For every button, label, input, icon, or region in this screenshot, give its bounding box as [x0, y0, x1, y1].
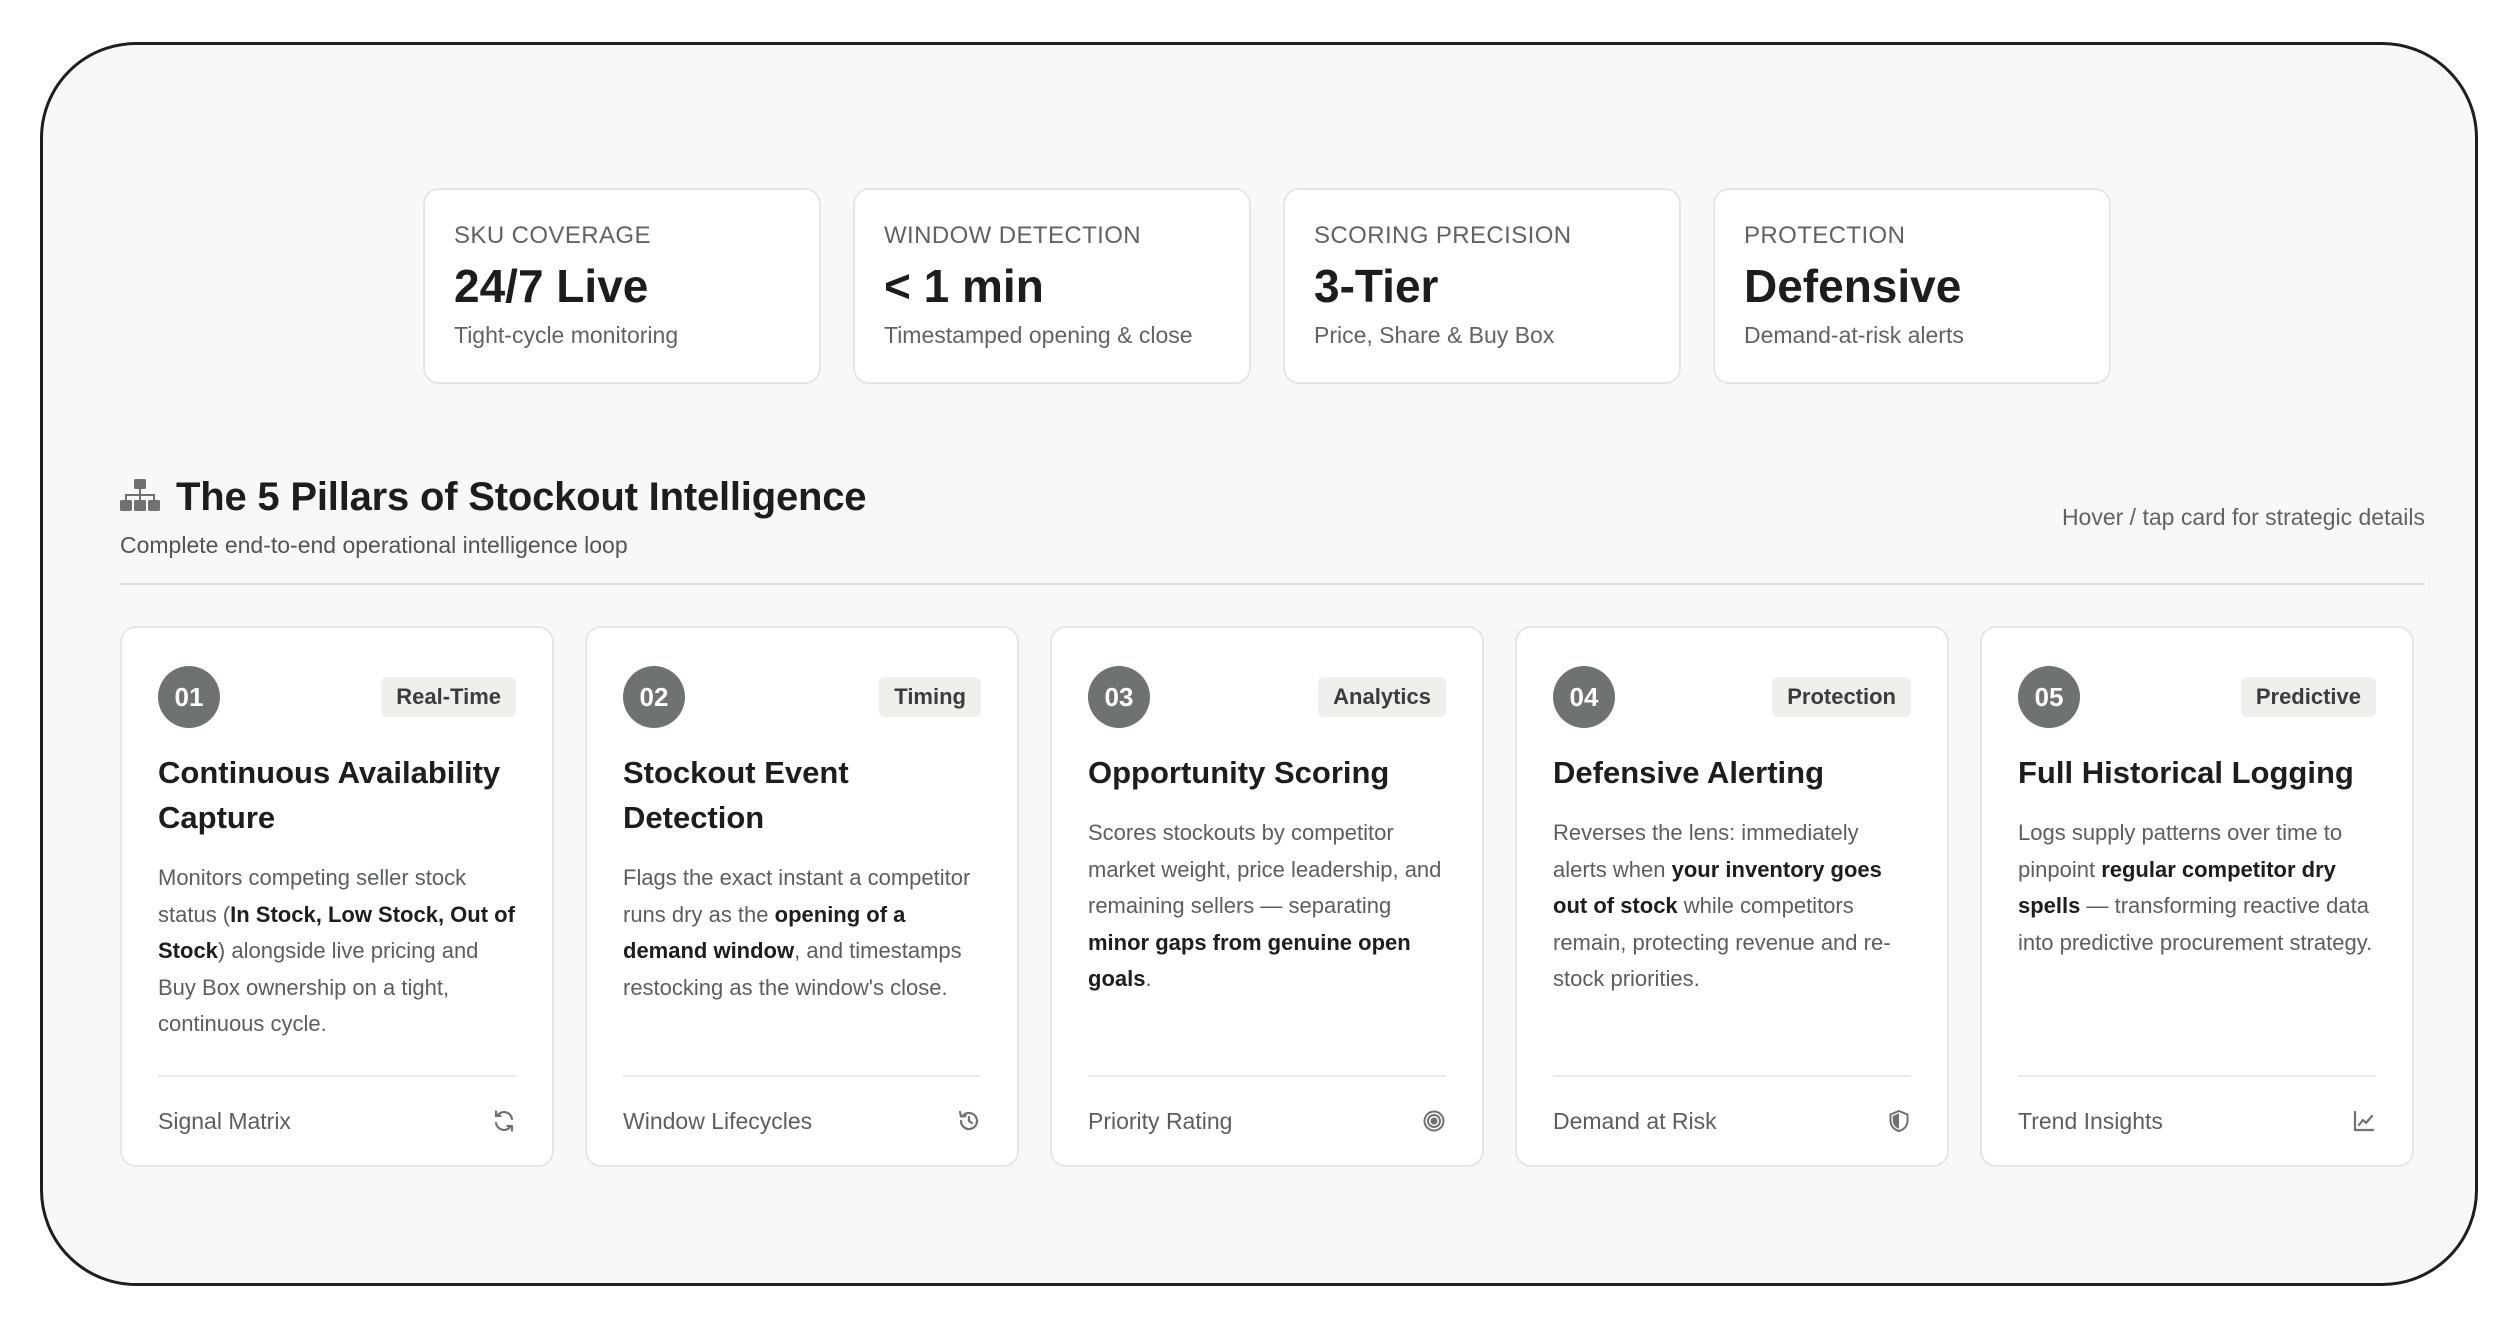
pillar-title: Full Historical Logging	[2018, 755, 2354, 790]
hierarchy-icon	[120, 478, 160, 517]
stat-card-sku-coverage: SKU COVERAGE 24/7 Live Tight-cycle monit…	[423, 188, 821, 384]
pillar-number-badge: 01	[158, 666, 220, 728]
shield-icon	[1887, 1109, 1911, 1133]
pillar-footer-label: Window Lifecycles	[623, 1107, 813, 1134]
pillar-title: Continuous Availability Capture	[158, 755, 501, 835]
pillar-footer-label: Signal Matrix	[158, 1107, 291, 1134]
pillar-description: Monitors competing seller stock status (…	[158, 860, 516, 1043]
dashboard-panel: SKU COVERAGE 24/7 Live Tight-cycle monit…	[40, 42, 2478, 1286]
stat-label: WINDOW DETECTION	[884, 222, 1142, 249]
pillar-description: Scores stockouts by competitor market we…	[1088, 815, 1446, 998]
stat-label: SCORING PRECISION	[1314, 222, 1572, 249]
stat-label: SKU COVERAGE	[454, 222, 651, 249]
stat-subtext: Timestamped opening & close	[884, 322, 1193, 349]
stats-row: SKU COVERAGE 24/7 Live Tight-cycle monit…	[423, 188, 2111, 384]
stat-subtext: Price, Share & Buy Box	[1314, 322, 1555, 349]
pillar-card[interactable]: 05 Predictive Full Historical Logging Logs …	[1980, 626, 2414, 1167]
pillar-title: Opportunity Scoring	[1088, 755, 1390, 790]
stat-value: 24/7 Live	[454, 260, 649, 312]
stat-value: 3-Tier	[1314, 260, 1439, 312]
stat-subtext: Demand-at-risk alerts	[1744, 322, 1964, 349]
section-hint: Hover / tap card for strategic details	[2061, 504, 2425, 530]
section-subtitle: Complete end-to-end operational intellig…	[120, 532, 628, 558]
stat-value: Defensive	[1744, 260, 1962, 312]
pillar-card[interactable]: 01 Real-Time Continuous Availability Captu…	[120, 626, 554, 1167]
pillar-card[interactable]: 03 Analytics Opportunity Scoring Scores sto…	[1050, 626, 1484, 1167]
stat-subtext: Tight-cycle monitoring	[454, 322, 679, 349]
pillar-card[interactable]: 02 Timing Stockout Event Detection Flags th…	[585, 626, 1019, 1167]
pillar-tag: Real-Time	[381, 677, 516, 717]
pillar-card[interactable]: 04 Protection Defensive Alerting Reverses t…	[1515, 626, 1949, 1167]
stat-card-scoring-precision: SCORING PRECISION 3-Tier Price, Share & …	[1283, 188, 1681, 384]
history-icon	[957, 1109, 981, 1133]
trend-chart-icon	[2352, 1109, 2376, 1133]
stat-card-window-detection: WINDOW DETECTION < 1 min Timestamped ope…	[853, 188, 1251, 384]
pillar-tag: Timing	[879, 677, 981, 717]
pillar-description: Flags the exact instant a competitor run…	[623, 860, 981, 1006]
pillars-row: 01 Real-Time Continuous Availability Captu…	[120, 626, 2414, 1167]
pillar-number-badge: 02	[623, 666, 685, 728]
refresh-icon	[492, 1109, 516, 1133]
stat-value: < 1 min	[884, 260, 1044, 312]
section-header: The 5 Pillars of Stockout Intelligence C…	[120, 475, 2425, 585]
pillar-footer-label: Demand at Risk	[1553, 1107, 1717, 1134]
pillar-footer-label: Trend Insights	[2018, 1107, 2163, 1134]
pillar-title: Defensive Alerting	[1553, 755, 1825, 790]
pillar-tag: Predictive	[2240, 677, 2376, 717]
pillar-number-badge: 04	[1553, 666, 1615, 728]
pillar-description: Logs supply patterns over time to pinpoi…	[2018, 815, 2376, 961]
pillar-title: Stockout Event Detection	[623, 755, 849, 835]
pillar-tag: Analytics	[1318, 677, 1446, 717]
pillar-footer: Trend Insights	[2018, 1075, 2376, 1165]
section-title: The 5 Pillars of Stockout Intelligence	[176, 475, 867, 519]
pillar-footer: Demand at Risk	[1553, 1075, 1911, 1165]
pillar-tag: Protection	[1772, 677, 1911, 717]
description-text: Scores stockouts by competitor market we…	[1088, 820, 1442, 918]
pillar-footer: Signal Matrix	[158, 1075, 516, 1165]
pillar-footer-label: Priority Rating	[1088, 1107, 1233, 1134]
description-highlight: minor gaps from genuine open goals	[1088, 929, 1411, 992]
pillar-description: Reverses the lens: immediately alerts wh…	[1553, 815, 1911, 998]
stat-card-protection: PROTECTION Defensive Demand-at-risk aler…	[1713, 188, 2111, 384]
pillar-footer: Window Lifecycles	[623, 1075, 981, 1165]
description-text: .	[1145, 966, 1152, 991]
pillar-number-badge: 05	[2018, 666, 2080, 728]
pillar-footer: Priority Rating	[1088, 1075, 1446, 1165]
pillar-number-badge: 03	[1088, 666, 1150, 728]
target-icon	[1422, 1109, 1446, 1133]
stat-label: PROTECTION	[1744, 222, 1906, 249]
